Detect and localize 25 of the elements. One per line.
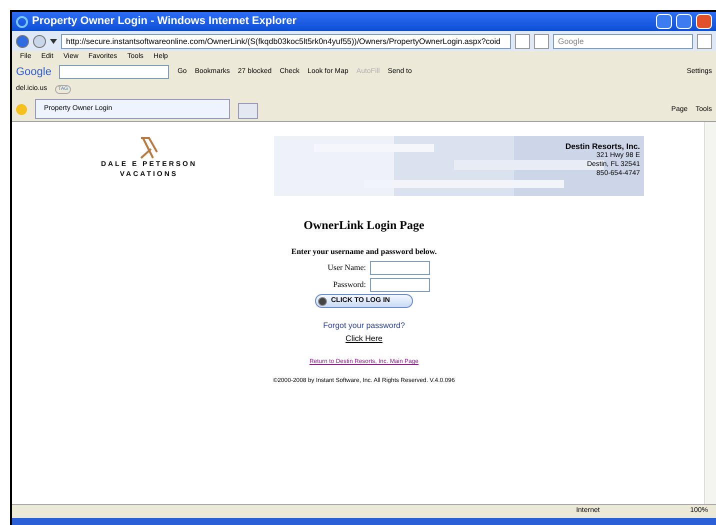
field-label: Password: [332, 279, 366, 291]
close-button[interactable] [696, 14, 712, 29]
search-button[interactable] [697, 34, 712, 48]
caret-icon [50, 38, 57, 44]
forward-button[interactable] [33, 34, 46, 48]
instructions-text: Enter your username and password below. [291, 246, 437, 258]
address-field[interactable]: http://secure.instantsoftwareonline.com/OwnerLink/(S(fkqdb03koc5lt5rk0n4yuf55))/Owners/PropertyOwnerLogin.aspx?coid [61, 34, 511, 48]
field-label: User Name: [326, 262, 366, 274]
company-name: Destin Resorts, Inc. [565, 142, 640, 151]
new-tab-button[interactable] [238, 103, 258, 119]
maximize-button[interactable] [676, 14, 692, 29]
minimize-button[interactable] [656, 14, 672, 29]
browser-icon [16, 16, 28, 28]
search-field[interactable]: Google [553, 34, 693, 48]
stop-button[interactable] [534, 34, 549, 48]
forgot-password-text: Forgot your password? [323, 320, 405, 332]
click-here-link[interactable]: Click Here [346, 333, 382, 345]
google-search-field[interactable] [59, 65, 170, 79]
page-heading: OwnerLink Login Page [304, 217, 424, 234]
back-button[interactable] [16, 34, 29, 48]
window-title: Property Owner Login - Windows Internet Explorer [32, 14, 298, 30]
refresh-button[interactable] [515, 34, 530, 48]
text-field[interactable] [370, 278, 430, 292]
text-field[interactable] [370, 261, 430, 275]
google-logo: Google [16, 64, 52, 80]
